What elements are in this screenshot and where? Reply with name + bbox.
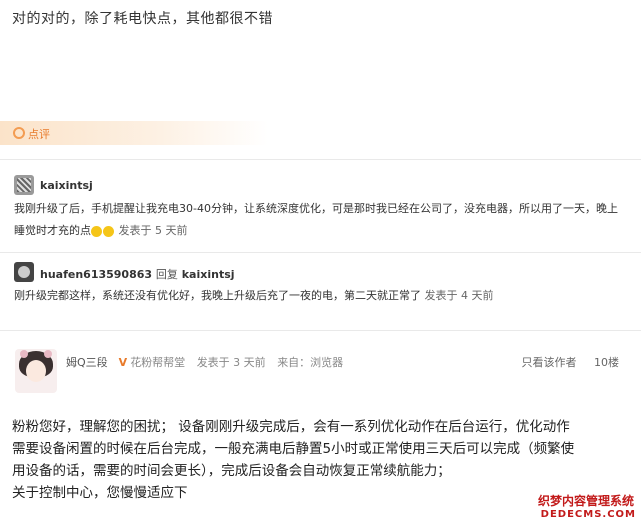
- watermark-cn: 织梦内容管理系统: [535, 492, 636, 509]
- avatar-pattern: [17, 178, 31, 192]
- laugh-emoji-icon: [91, 225, 102, 237]
- avatar-face: [26, 360, 46, 382]
- comment-username[interactable]: kaixintsj: [40, 179, 93, 192]
- comment-username[interactable]: huafen613590863: [40, 268, 152, 281]
- avatar-pattern: [18, 266, 30, 278]
- reply-header: huafen613590863 回复 kaixintsj: [40, 266, 235, 282]
- watermark-en: DEDECMS.COM: [540, 509, 636, 520]
- section-label: 点评: [28, 128, 50, 141]
- post-time: 发表于 3 天前: [196, 356, 266, 369]
- comment-time: 发表于 4 天前: [424, 289, 494, 302]
- comments-section-header: 点评: [0, 121, 268, 145]
- verified-badge-icon: V: [118, 356, 128, 369]
- laugh-emoji-icon: [103, 225, 114, 237]
- avatar-ear: [44, 350, 52, 358]
- post-source: 来自：浏览器: [277, 356, 344, 369]
- reply-to-username[interactable]: kaixintsj: [182, 268, 235, 281]
- floor-number: 10楼: [594, 356, 619, 369]
- top-comment-text: 对的对的，除了耗电快点，其他都很不错: [12, 11, 273, 27]
- comment-text-line: 我刚升级了后，手机提醒让我充电30-40分钟，让系统深度优化，可是那时我已经在公…: [14, 202, 618, 215]
- author-avatar[interactable]: [15, 349, 57, 393]
- avatar[interactable]: [14, 262, 34, 282]
- reply-label: 回复: [155, 268, 178, 281]
- answer-line: 用设备的话，需要的时间会更长），完成后设备会自动恢复正常续航能力；: [12, 463, 451, 479]
- comment-body: 刚升级完都这样，系统还没有优化好，我晚上升级后充了一夜的电，第二天就正常了 发表…: [14, 285, 624, 307]
- avatar[interactable]: [14, 175, 34, 195]
- comment-text-line-2: 睡觉时才充的点 发表于 5 天前: [14, 220, 624, 242]
- watermark: 织梦内容管理系统 DEDECMS.COM: [535, 492, 636, 520]
- comment-time: 发表于 5 天前: [118, 224, 188, 237]
- circle-icon: [13, 127, 25, 139]
- comment-text: 刚升级完都这样，系统还没有优化好，我晚上升级后充了一夜的电，第二天就正常了: [14, 289, 421, 302]
- answer-line: 需要设备闲置的时候在后台完成，一般充满电后静置5小时或正常使用三天后可以完成（频…: [12, 441, 575, 457]
- comment-body: 我刚升级了后，手机提醒让我充电30-40分钟，让系统深度优化，可是那时我已经在公…: [14, 198, 624, 242]
- post-meta: 姆Q三段 V 花粉帮帮堂 发表于 3 天前 来自：浏览器: [66, 354, 351, 370]
- divider: [0, 330, 641, 331]
- author-name[interactable]: 姆Q三段: [66, 356, 108, 369]
- comment-text-tail: 睡觉时才充的点: [14, 224, 91, 237]
- answer-line: 粉粉您好，理解您的困扰； 设备刚刚升级完成后，会有一系列优化动作在后台运行，优化…: [12, 419, 570, 435]
- author-group[interactable]: 花粉帮帮堂: [130, 356, 185, 369]
- answer-body: 粉粉您好，理解您的困扰； 设备刚刚升级完成后，会有一系列优化动作在后台运行，优化…: [12, 416, 632, 504]
- divider: [0, 159, 641, 160]
- post-actions: 只看该作者 10楼: [508, 354, 620, 370]
- divider: [0, 252, 641, 253]
- view-author-only-link[interactable]: 只看该作者: [522, 356, 577, 369]
- avatar-ear: [20, 350, 28, 358]
